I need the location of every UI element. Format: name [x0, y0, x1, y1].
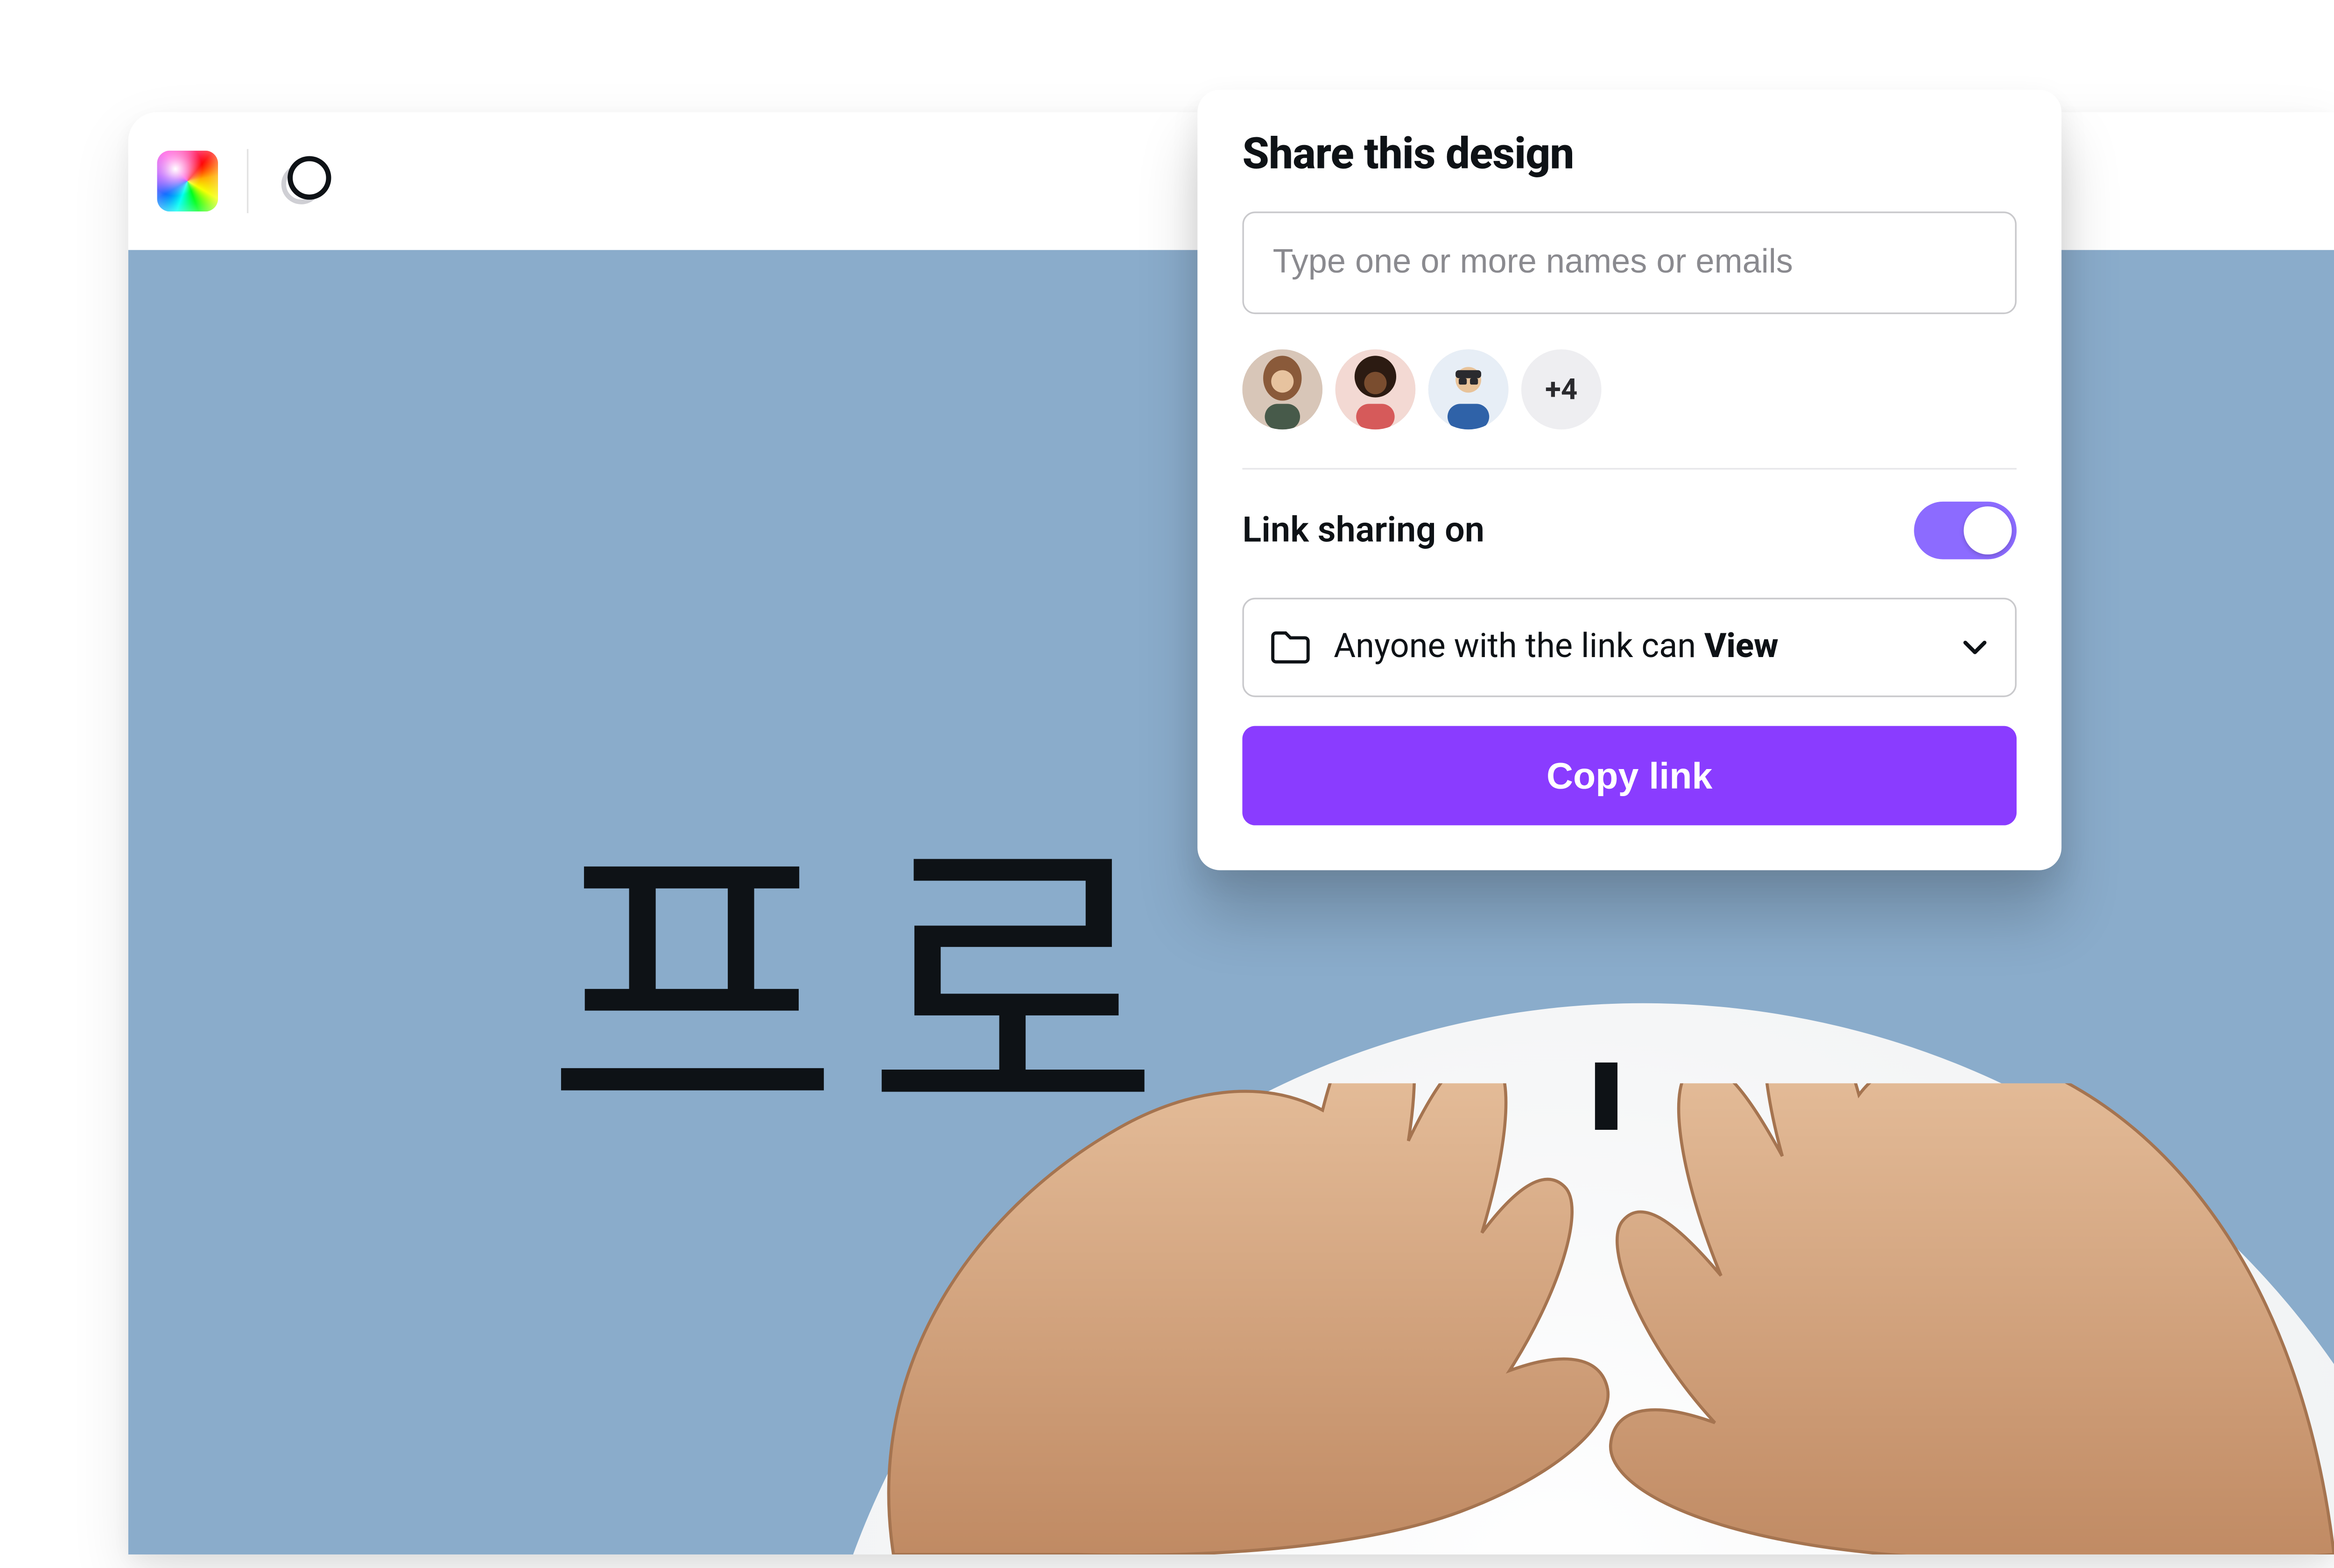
avatar-overflow-count[interactable]: +4 — [1521, 350, 1602, 430]
share-popover: Share this design +4 Link sharing on — [1197, 90, 2061, 870]
link-sharing-row: Link sharing on — [1242, 502, 2017, 560]
color-picker-swatch[interactable] — [157, 151, 218, 211]
link-permission-text: Anyone with the link can View — [1334, 628, 1938, 666]
share-recipients-input[interactable] — [1242, 211, 2017, 314]
canvas-headline-text[interactable]: 프로 — [545, 731, 1187, 1196]
link-sharing-label: Link sharing on — [1242, 511, 1484, 551]
transparency-icon[interactable] — [277, 154, 332, 209]
link-sharing-toggle[interactable] — [1914, 502, 2017, 560]
share-title: Share this design — [1242, 128, 2017, 180]
avatar[interactable] — [1336, 350, 1416, 430]
toggle-knob — [1964, 506, 2012, 554]
avatar[interactable] — [1242, 350, 1322, 430]
toolbar-divider — [247, 149, 248, 213]
divider — [1242, 468, 2017, 469]
chevron-down-icon — [1961, 633, 1990, 662]
avatar[interactable] — [1428, 350, 1509, 430]
collaborator-avatars: +4 — [1242, 350, 2017, 430]
copy-link-button[interactable]: Copy link — [1242, 726, 2017, 826]
text-caret-mark — [1595, 1063, 1617, 1130]
link-permission-select[interactable]: Anyone with the link can View — [1242, 598, 2017, 697]
folder-icon — [1270, 630, 1311, 665]
